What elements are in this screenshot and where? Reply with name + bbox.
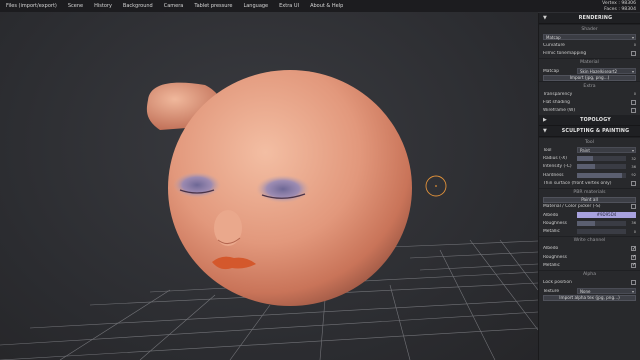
wireframe-label: Wireframe (W) (543, 108, 576, 114)
metallic-label: Metallic (543, 229, 560, 235)
write-roughness-checkbox[interactable] (631, 254, 636, 260)
albedo-label: Albedo (543, 212, 559, 218)
viewport-3d[interactable] (0, 0, 538, 360)
menu-bar: Files (import/export) Scene History Back… (0, 0, 640, 12)
radius-slider[interactable] (577, 156, 626, 162)
transparency-label: Transparency (543, 91, 573, 97)
matcap-label: Matcap (543, 68, 560, 74)
extra-subtitle: Extra (539, 81, 640, 90)
intensity-fill (577, 164, 595, 170)
write-albedo-label: Albedo (543, 246, 559, 252)
sculpting-title: SCULPTING & PAINTING (561, 128, 630, 134)
intensity-label: Intensity (-C) (543, 164, 572, 170)
rendering-title: RENDERING (578, 15, 613, 21)
color-picker-checkbox[interactable] (631, 204, 636, 210)
flat-shading-checkbox[interactable] (631, 100, 636, 106)
radius-label: Radius (-X) (543, 156, 567, 162)
roughness-slider[interactable] (577, 220, 626, 226)
texture-label: Texture (543, 288, 560, 294)
triangle-down-icon: ▼ (543, 15, 547, 21)
side-panel: ▼ RENDERING Shader Matcap Curvature 0 Fi… (538, 13, 640, 360)
menu-extra-ui[interactable]: Extra UI (279, 3, 299, 9)
color-picker-label: Material / Color picker (-S) (543, 204, 601, 210)
import-alpha-button[interactable]: Import alpha tex (jpg, png...) (543, 295, 636, 302)
rendering-header[interactable]: ▼ RENDERING (539, 13, 640, 24)
wireframe-checkbox[interactable] (631, 108, 636, 114)
radius-fill (577, 156, 593, 162)
lock-position-checkbox[interactable] (631, 280, 636, 286)
menu-about-help[interactable]: About & Help (310, 3, 343, 9)
transparency-value: 0 (633, 92, 636, 97)
shader-select[interactable]: Matcap (543, 34, 636, 41)
filmic-label: Filmic tonemapping (543, 51, 587, 57)
texture-select[interactable]: None (577, 288, 636, 295)
metallic-value: 0 (633, 229, 636, 234)
scene-canvas[interactable] (0, 0, 538, 360)
tool-subtitle: Tool (539, 137, 640, 146)
intensity-value: 36 (631, 164, 636, 169)
roughness-label: Roughness (543, 220, 567, 226)
write-albedo-checkbox[interactable] (631, 246, 636, 252)
pbr-subtitle: PBR materials (539, 187, 640, 197)
flat-shading-label: Flat shading (543, 100, 570, 106)
topology-title: TOPOLOGY (580, 117, 611, 123)
topology-header[interactable]: ▶ TOPOLOGY (539, 115, 640, 127)
triangle-down-icon: ▼ (543, 128, 547, 135)
menu-history[interactable]: History (94, 3, 112, 9)
tool-label: Tool (543, 147, 552, 153)
hardness-label: Hardness (543, 172, 564, 178)
menu-language[interactable]: Language (243, 3, 268, 9)
lock-position-label: Lock position (543, 280, 572, 286)
curvature-label: Curvature (543, 42, 565, 48)
radius-value: 32 (631, 156, 636, 161)
filmic-checkbox[interactable] (631, 51, 636, 57)
albedo-color-swatch[interactable]: #9D95D4 (577, 212, 636, 218)
thin-surface-checkbox[interactable] (631, 180, 636, 186)
roughness-fill (577, 220, 595, 226)
hardness-fill (577, 172, 623, 178)
triangle-right-icon: ▶ (543, 117, 547, 124)
intensity-slider[interactable] (577, 164, 626, 170)
material-subtitle: Material (539, 57, 640, 67)
matcap-select[interactable]: Skin Hazelkiseart2 (577, 68, 636, 75)
menu-scene[interactable]: Scene (68, 3, 83, 9)
menu-files[interactable]: Files (import/export) (6, 3, 57, 9)
alpha-subtitle: Alpha (539, 269, 640, 279)
left-eyeshadow (173, 172, 221, 198)
write-metallic-checkbox[interactable] (631, 262, 636, 268)
write-roughness-label: Roughness (543, 254, 567, 260)
hardness-slider[interactable] (577, 172, 626, 178)
sculpting-header[interactable]: ▼ SCULPTING & PAINTING (539, 126, 640, 138)
write-channel-subtitle: Write channel (539, 235, 640, 245)
menu-camera[interactable]: Camera (164, 3, 184, 9)
roughness-value: 36 (631, 221, 636, 226)
metallic-slider[interactable] (577, 229, 626, 235)
menu-tablet-pressure[interactable]: Tablet pressure (194, 3, 232, 9)
write-metallic-label: Metallic (543, 262, 560, 268)
curvature-value: 0 (633, 43, 636, 48)
hardness-value: 92 (631, 173, 636, 178)
mesh-stats: Vertex : 98306 Faces : 98304 (602, 1, 636, 13)
menu-background[interactable]: Background (123, 3, 153, 9)
tool-select[interactable]: Paint (577, 147, 636, 154)
shader-subtitle: Shader (539, 24, 640, 33)
thin-surface-label: Thin surface (front vertex only) (543, 180, 612, 186)
